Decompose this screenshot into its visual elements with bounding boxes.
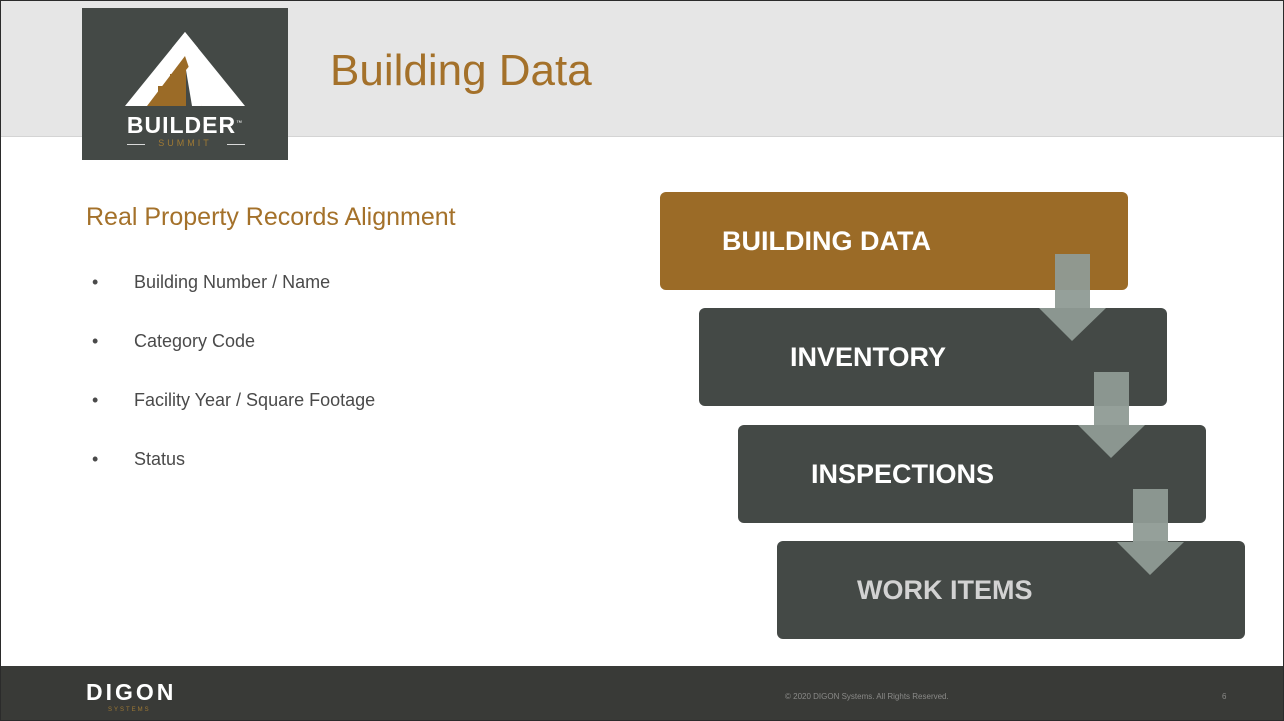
digon-logo: DIGON <box>86 679 177 705</box>
copyright-text: © 2020 DIGON Systems. All Rights Reserve… <box>785 692 949 701</box>
down-arrow-icon <box>1078 372 1145 458</box>
down-arrow-icon <box>1039 254 1106 341</box>
footer: DIGON SYSTEMS © 2020 DIGON Systems. All … <box>0 666 1284 721</box>
slide: BUILDER™ SUMMIT Building Data Real Prope… <box>0 0 1284 721</box>
page-number: 6 <box>1222 692 1227 701</box>
digon-logo-subtitle: SYSTEMS <box>108 707 151 713</box>
down-arrow-icon <box>1117 489 1184 575</box>
flow-arrows <box>1039 254 1184 575</box>
